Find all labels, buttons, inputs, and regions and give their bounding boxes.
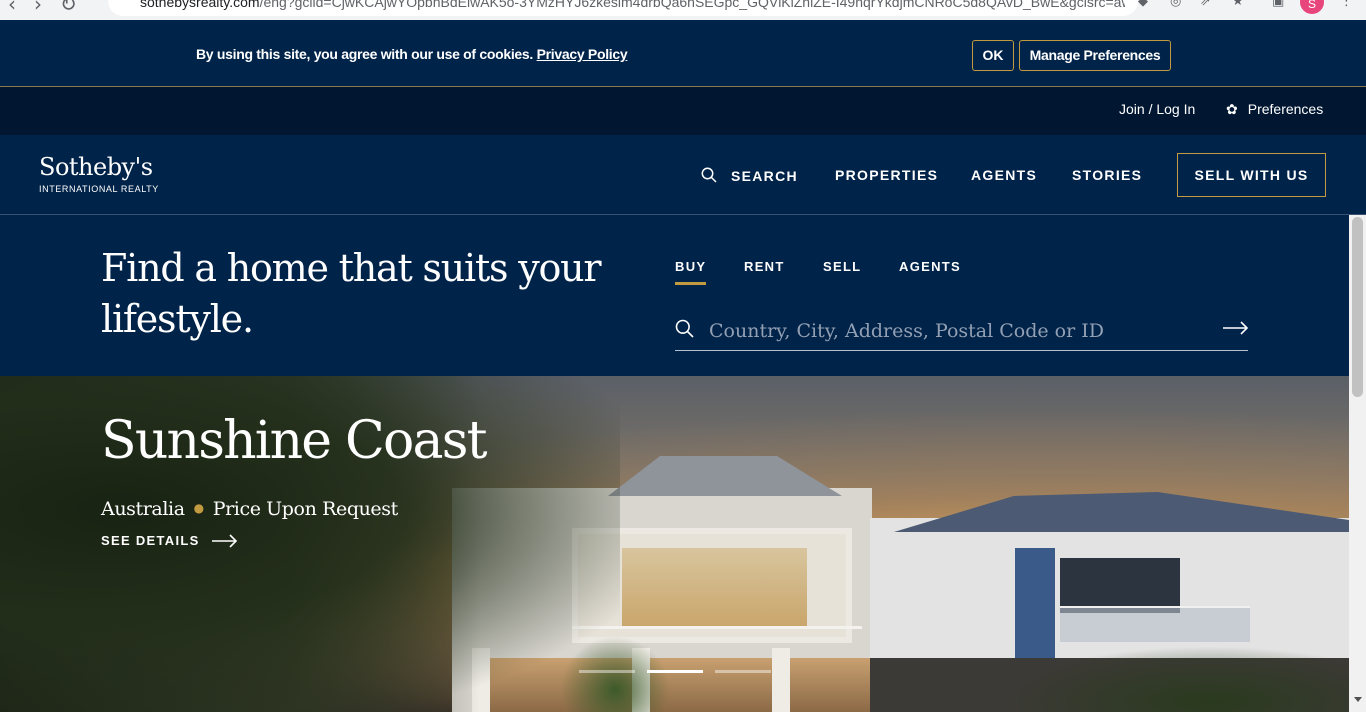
tab-buy[interactable]: BUY: [675, 259, 707, 285]
logo-name: Sotheby's: [39, 153, 153, 181]
hero-location: Australia: [101, 498, 185, 520]
search-headline: Find a home that suits your lifestyle.: [101, 246, 602, 341]
hero-price: Price Upon Request: [212, 498, 399, 520]
carousel-dot[interactable]: [715, 670, 771, 673]
utility-bar: Join / Log In ✿ Preferences: [0, 87, 1366, 135]
extension-icon[interactable]: ◎: [1170, 0, 1181, 9]
carousel-dot[interactable]: [579, 670, 635, 673]
browser-toolbar: ‹›↻ sothebysrealty.com/eng?gclid=CjwKCAj…: [0, 0, 1366, 20]
hero-meta: Australia ● Price Upon Request: [101, 498, 398, 520]
bookmark-star-icon[interactable]: ★: [1232, 0, 1244, 9]
see-details-label: SEE DETAILS: [101, 533, 200, 548]
cookie-banner: By using this site, you agree with our u…: [0, 20, 1366, 87]
menu-dots-icon[interactable]: ⋮: [1340, 0, 1353, 9]
tab-agents[interactable]: AGENTS: [899, 259, 961, 274]
scroll-down-icon[interactable]: [1354, 697, 1362, 702]
share-icon[interactable]: ⇗: [1200, 0, 1211, 9]
arrow-right-icon: [211, 534, 237, 548]
cookie-message: By using this site, you agree with our u…: [196, 46, 628, 62]
sidepanel-icon[interactable]: ▣: [1272, 0, 1284, 9]
carousel-dot-active[interactable]: [647, 670, 703, 673]
cookie-ok-button[interactable]: OK: [972, 40, 1014, 71]
nav-search-label: SEARCH: [731, 168, 798, 184]
tab-sell[interactable]: SELL: [823, 259, 861, 274]
browser-nav-icons[interactable]: ‹›↻: [8, 0, 95, 16]
search-section: Find a home that suits your lifestyle. B…: [0, 215, 1349, 376]
privacy-policy-link[interactable]: Privacy Policy: [537, 46, 628, 62]
separator-dot-icon: ●: [193, 501, 204, 515]
profile-avatar[interactable]: S: [1300, 0, 1324, 14]
join-login-link[interactable]: Join / Log In: [1119, 101, 1195, 117]
tab-rent[interactable]: RENT: [744, 259, 785, 274]
scrollbar-thumb[interactable]: [1352, 217, 1363, 397]
hero-banner: Sunshine Coast Australia ● Price Upon Requ…: [0, 376, 1349, 712]
hero-title: Sunshine Coast: [101, 411, 487, 471]
nav-agents[interactable]: AGENTS: [971, 167, 1037, 183]
sell-with-us-button[interactable]: SELL WITH US: [1177, 153, 1326, 197]
main-header: Sotheby's INTERNATIONAL REALTY SEARCH PR…: [0, 135, 1366, 215]
hero-image-palm: [560, 636, 670, 712]
search-input[interactable]: [709, 317, 1209, 345]
gear-icon: ✿: [1226, 102, 1238, 118]
search-icon: [701, 167, 717, 183]
manage-preferences-button[interactable]: Manage Preferences: [1019, 40, 1171, 71]
arrow-right-icon[interactable]: [1223, 319, 1249, 337]
location-icon[interactable]: ◆: [1138, 0, 1148, 9]
cookie-text: By using this site, you agree with our u…: [196, 46, 533, 62]
nav-stories[interactable]: STORIES: [1072, 167, 1142, 183]
logo-subtitle: INTERNATIONAL REALTY: [39, 184, 159, 194]
preferences-label: Preferences: [1247, 101, 1324, 117]
nav-properties[interactable]: PROPERTIES: [835, 167, 938, 183]
search-field: [675, 315, 1249, 351]
page-scrollbar[interactable]: [1349, 215, 1366, 712]
preferences-link[interactable]: ✿ Preferences: [1226, 101, 1323, 118]
address-bar-text[interactable]: sothebysrealty.com/eng?gclid=CjwKCAjwYOp…: [140, 0, 1125, 10]
sothebys-logo[interactable]: Sotheby's INTERNATIONAL REALTY: [39, 152, 159, 194]
hero-image-shrubs: [1000, 646, 1349, 712]
see-details-link[interactable]: SEE DETAILS: [101, 533, 238, 549]
nav-search[interactable]: SEARCH: [701, 167, 798, 184]
search-icon: [675, 319, 694, 338]
